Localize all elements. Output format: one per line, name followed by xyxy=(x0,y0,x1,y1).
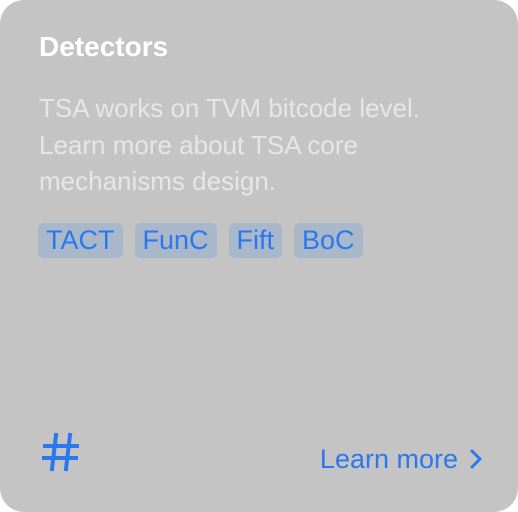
tag-fift: Fift xyxy=(228,223,283,258)
detectors-card: Detectors TSA works on TVM bitcode level… xyxy=(0,0,518,512)
card-title: Detectors xyxy=(39,31,169,62)
tag-tact: TACT xyxy=(38,223,123,258)
learn-more-link[interactable]: Learn more xyxy=(320,440,484,478)
hash-icon xyxy=(42,432,79,472)
tag-func: FunC xyxy=(134,223,217,258)
tag-boc: BoC xyxy=(294,223,363,258)
learn-more-label: Learn more xyxy=(319,444,458,474)
card-description: TSA works on TVM bitcode level. Learn mo… xyxy=(39,93,421,196)
tag-list: TACT FunC Fift BoC xyxy=(38,223,363,258)
chevron-right-icon xyxy=(470,449,482,469)
